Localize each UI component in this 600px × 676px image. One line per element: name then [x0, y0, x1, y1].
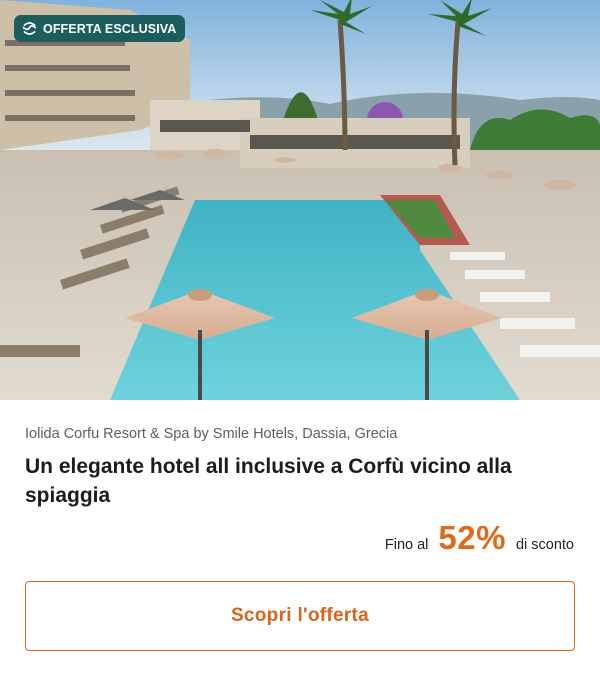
offer-title[interactable]: Un elegante hotel all inclusive a Corfù … [25, 452, 565, 510]
exclusive-offer-badge: OFFERTA ESCLUSIVA [14, 15, 186, 42]
hero-image[interactable]: OFFERTA ESCLUSIVA [0, 0, 600, 400]
discover-offer-button[interactable]: Scopri l'offerta [25, 581, 575, 651]
discount-value: 52% [438, 519, 506, 556]
offer-card[interactable]: OFFERTA ESCLUSIVA Iolida Corfu Resort & … [0, 0, 600, 676]
badge-label: OFFERTA ESCLUSIVA [43, 21, 177, 36]
smile-logo-icon [22, 22, 37, 35]
offer-details: Iolida Corfu Resort & Spa by Smile Hotel… [0, 400, 600, 676]
discount-info: Fino al 52% di sconto [385, 519, 574, 557]
resort-pool-photo [0, 0, 600, 400]
discount-prefix: Fino al [384, 537, 429, 553]
discount-suffix: di sconto [515, 537, 574, 553]
hotel-location: Iolida Corfu Resort & Spa by Smile Hotel… [25, 426, 398, 442]
